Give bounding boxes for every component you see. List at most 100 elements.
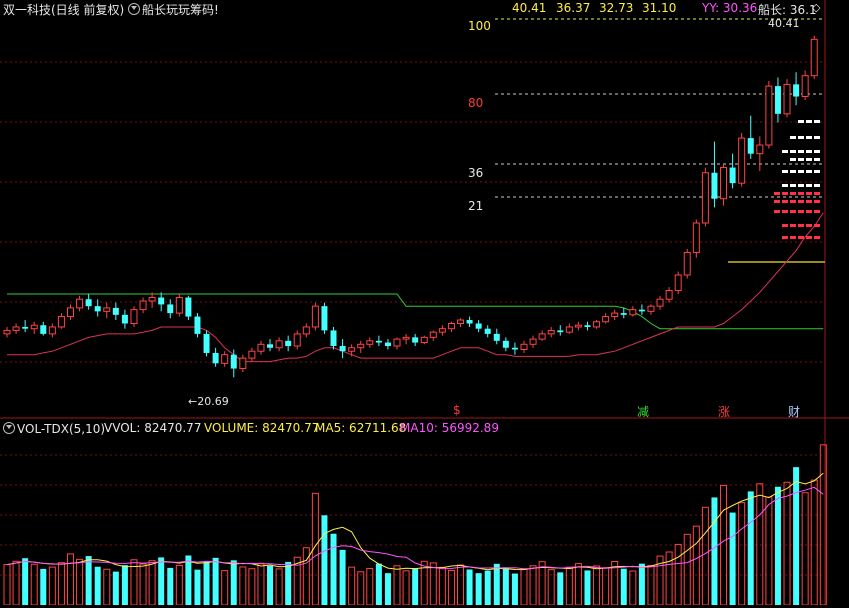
chart-stage: 双一科技(日线 前复权) 船长玩玩筹码! 40.41 36.37 32.73 3… <box>0 0 849 606</box>
chip-mark <box>806 184 812 187</box>
candle-body <box>747 138 754 154</box>
candle-body <box>3 329 11 335</box>
volume-bar <box>484 570 491 605</box>
dropdown-icon[interactable] <box>128 3 140 15</box>
volume-bar <box>94 566 101 605</box>
volume-bar <box>112 571 119 605</box>
chip-mark <box>814 184 820 187</box>
candle-body <box>112 307 119 315</box>
chip-mark <box>782 150 788 153</box>
volume-indicator[interactable]: VOL-TDX(5,10) <box>3 421 105 436</box>
volume-bar <box>194 569 201 605</box>
volume-bar <box>321 515 328 605</box>
chip-mark <box>806 192 812 195</box>
chip-mark <box>790 210 796 213</box>
candle-body <box>40 325 47 334</box>
low-price-label: ←20.69 <box>188 395 229 408</box>
candle-body <box>194 316 201 334</box>
candle-body <box>611 312 619 318</box>
candle-body <box>557 330 564 333</box>
volume-bar <box>629 570 637 606</box>
candle-body <box>366 340 374 345</box>
volume-bar <box>557 572 564 605</box>
candle-body <box>321 306 328 331</box>
ma10-readout: MA10: 56992.89 <box>400 421 499 435</box>
candle-body <box>429 331 437 338</box>
volume-bar <box>538 561 546 606</box>
candle-body <box>683 251 691 276</box>
candle-body <box>103 307 111 312</box>
candle-body <box>239 357 247 370</box>
candle-body <box>384 342 391 347</box>
candle-body <box>765 85 773 146</box>
volume-bar <box>267 565 274 605</box>
volume-bar <box>175 564 183 606</box>
volume-bar <box>475 573 482 605</box>
chip-mark <box>814 136 820 139</box>
volume-bar <box>330 533 337 605</box>
volume-bar <box>511 573 518 605</box>
captain-readout: 船长: 36.1 <box>758 3 817 17</box>
candle-body <box>475 323 482 329</box>
candle-body <box>257 343 265 352</box>
candle-body <box>85 299 92 307</box>
volume-bar <box>248 568 256 606</box>
chip-mark <box>798 200 804 203</box>
chip-mark <box>790 184 796 187</box>
volume-bar <box>203 561 210 605</box>
indicator-name: 船长玩玩筹码! <box>142 3 219 17</box>
candle-body <box>203 333 210 353</box>
volume-bar <box>783 481 791 606</box>
volume-bar <box>447 569 455 606</box>
candle-body <box>701 172 709 224</box>
volume-bar <box>565 566 573 606</box>
chip-mark <box>774 210 780 213</box>
volume-bar <box>3 564 11 606</box>
candle-body <box>584 325 591 327</box>
candle-body <box>30 324 38 330</box>
volume-bar <box>121 565 128 605</box>
volume-ma-lines <box>6 472 824 571</box>
volume-indicator-name: VOL-TDX(5,10) <box>17 422 106 436</box>
chip-mark <box>782 184 788 187</box>
candle-body <box>339 346 346 352</box>
indicator-selector[interactable]: 船长玩玩筹码! <box>128 1 219 18</box>
volume-bar <box>30 563 38 606</box>
volume-bar <box>357 571 365 606</box>
candle-body <box>457 319 464 324</box>
candle-body <box>393 338 401 347</box>
volume-bar <box>221 570 229 606</box>
high-price-label: 40.41 <box>768 17 800 30</box>
volume-bar <box>665 551 673 606</box>
level-label-100: 100 <box>468 19 491 33</box>
candle-body <box>520 343 528 350</box>
candle-body <box>130 309 138 324</box>
level-label-21: 21 <box>468 199 484 213</box>
candle-body <box>48 326 56 335</box>
candle-body <box>665 290 673 300</box>
candle-body <box>547 329 555 335</box>
volume-bar <box>139 563 147 606</box>
candle-body <box>511 347 518 350</box>
chip-mark <box>782 210 788 213</box>
dropdown-icon[interactable] <box>3 422 15 434</box>
candle-body <box>230 354 237 369</box>
chip-mark <box>798 150 804 153</box>
chip-mark <box>814 210 820 213</box>
chip-mark <box>798 136 804 139</box>
chip-mark <box>790 200 796 203</box>
volume-bar <box>212 557 219 605</box>
chip-mark <box>814 158 820 161</box>
candle-body <box>438 328 446 333</box>
candle-body <box>638 309 645 312</box>
volume-bar <box>12 560 20 606</box>
chip-mark <box>798 120 804 123</box>
volume-bar <box>502 567 509 605</box>
candle-body <box>12 326 20 331</box>
chip-mark <box>806 150 812 153</box>
volume-bar <box>239 566 247 606</box>
candle-body <box>502 340 509 348</box>
chip-mark <box>782 170 788 173</box>
volume-bar <box>457 564 464 606</box>
candle-body <box>175 297 183 314</box>
